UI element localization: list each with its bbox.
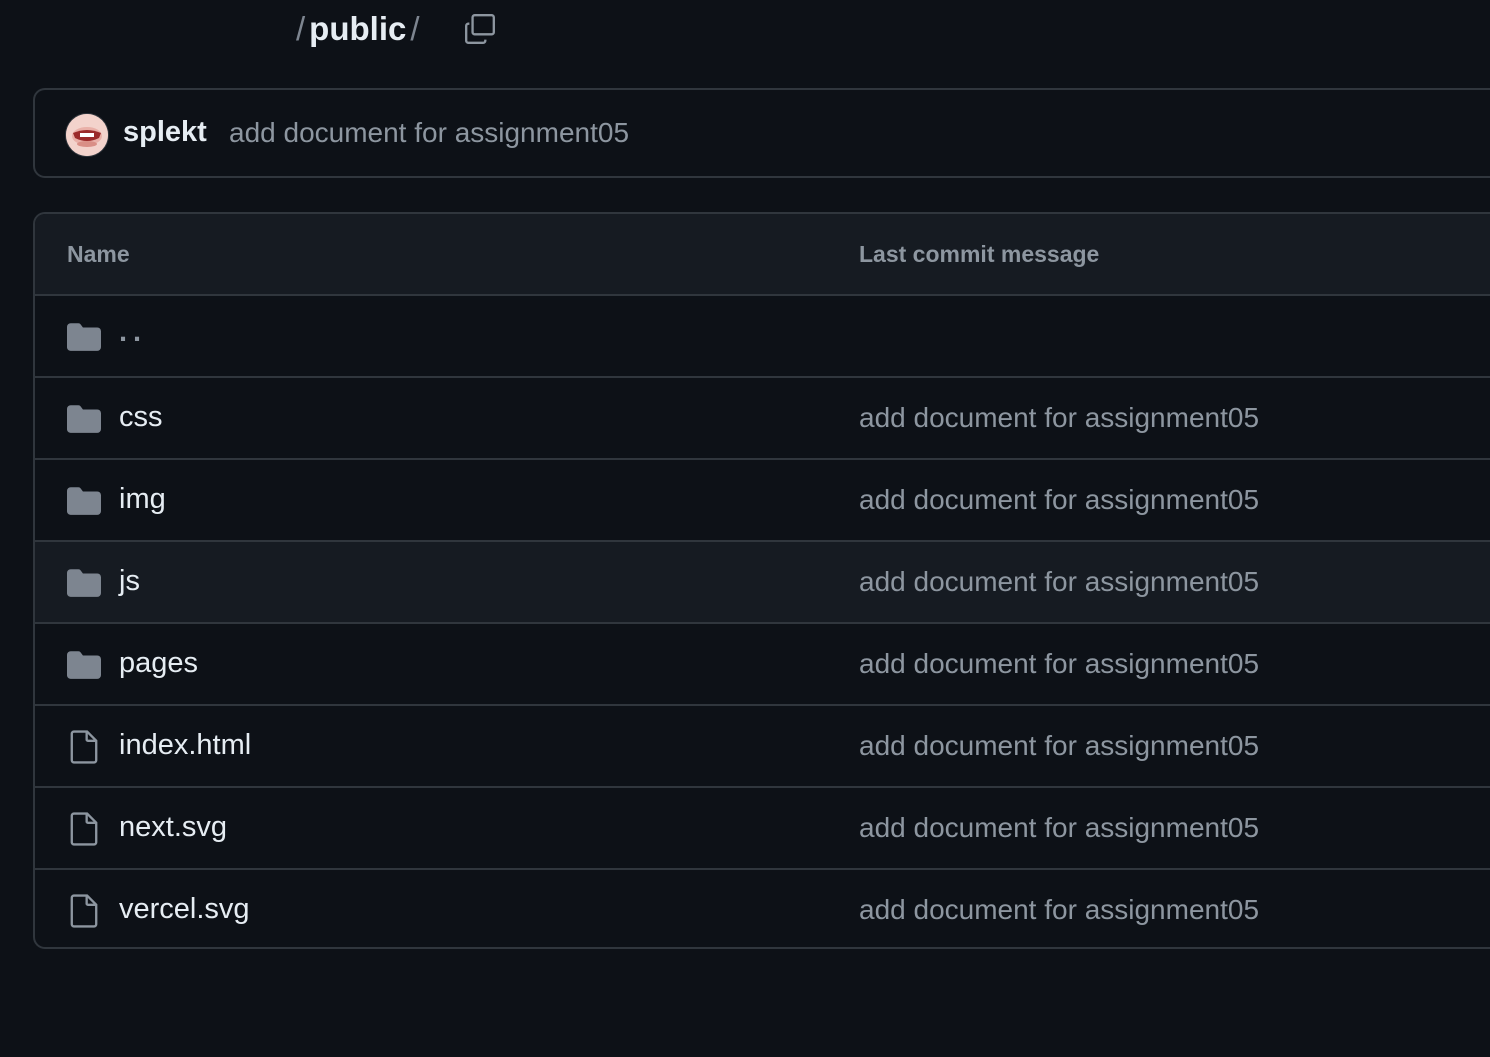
repo-file-browser: / public / splekt add document for assig…: [0, 0, 1490, 1057]
folder-icon: [67, 569, 101, 597]
file-name-link[interactable]: next.svg: [119, 811, 227, 844]
latest-commit-box: splekt add document for assignment05: [33, 88, 1490, 178]
table-row-next-svg[interactable]: next.svg add document for assignment05: [35, 788, 1490, 870]
column-header-last-commit-message: Last commit message: [859, 241, 1100, 267]
copy-icon: [465, 14, 495, 44]
file-icon: [70, 730, 98, 764]
file-name-link[interactable]: vercel.svg: [119, 893, 250, 926]
commit-message-link[interactable]: add document for assignment05: [859, 730, 1259, 762]
column-header-name: Name: [67, 241, 130, 267]
commit-message-link[interactable]: add document for assignment05: [859, 402, 1259, 434]
table-row-js[interactable]: js add document for assignment05: [35, 542, 1490, 624]
table-header: Name Last commit message: [35, 214, 1490, 296]
folder-icon: [67, 405, 101, 433]
commit-message-link[interactable]: add document for assignment05: [859, 484, 1259, 516]
file-icon: [70, 812, 98, 846]
file-name-link[interactable]: index.html: [119, 729, 251, 762]
table-row-img[interactable]: img add document for assignment05: [35, 460, 1490, 542]
file-name-link[interactable]: pages: [119, 647, 198, 680]
file-name-link[interactable]: ..: [119, 316, 147, 349]
table-row-vercel-svg[interactable]: vercel.svg add document for assignment05: [35, 870, 1490, 947]
commit-author-link[interactable]: splekt: [123, 116, 207, 149]
file-icon: [70, 894, 98, 928]
breadcrumb-separator: /: [296, 10, 306, 47]
commit-message-link[interactable]: add document for assignment05: [859, 566, 1259, 598]
commit-message-link[interactable]: add document for assignment05: [859, 894, 1259, 926]
avatar-image: [66, 114, 108, 156]
file-name-link[interactable]: js: [119, 565, 140, 598]
copy-path-button[interactable]: [458, 8, 502, 50]
folder-icon: [67, 651, 101, 679]
folder-icon: [67, 323, 101, 351]
table-row-pages[interactable]: pages add document for assignment05: [35, 624, 1490, 706]
file-name-link[interactable]: img: [119, 483, 166, 516]
table-row-css[interactable]: css add document for assignment05: [35, 378, 1490, 460]
file-name-link[interactable]: css: [119, 401, 163, 434]
avatar[interactable]: [66, 114, 108, 156]
table-row-parent-directory[interactable]: ..: [35, 296, 1490, 378]
commit-message-link[interactable]: add document for assignment05: [229, 117, 629, 149]
table-row-index-html[interactable]: index.html add document for assignment05: [35, 706, 1490, 788]
commit-message-link[interactable]: add document for assignment05: [859, 648, 1259, 680]
breadcrumb-trailing-separator: /: [410, 10, 420, 47]
breadcrumb: / public /: [292, 8, 424, 50]
commit-message-link[interactable]: add document for assignment05: [859, 812, 1259, 844]
folder-icon: [67, 487, 101, 515]
file-table: Name Last commit message .. css add docu…: [33, 212, 1490, 949]
breadcrumb-current: public: [309, 10, 407, 47]
